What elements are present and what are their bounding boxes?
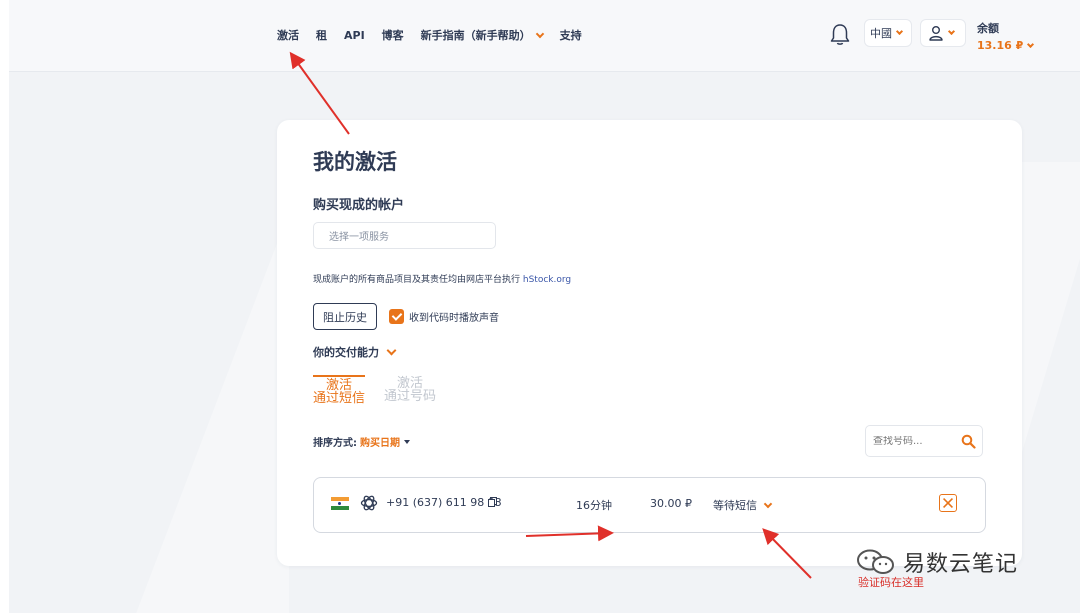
- service-select-placeholder: 选择一项服务: [329, 232, 389, 243]
- balance-label: 余额: [977, 22, 999, 35]
- sort-value: 购买日期: [360, 438, 400, 449]
- sort-label: 排序方式:: [313, 438, 357, 449]
- nav-api[interactable]: API: [344, 29, 365, 42]
- number-search[interactable]: [865, 425, 983, 457]
- search-icon[interactable]: [961, 434, 976, 449]
- tab-sms-activation[interactable]: 激活 通过短信: [313, 375, 365, 405]
- sort-control[interactable]: 排序方式: 购买日期: [313, 434, 410, 449]
- nav-activation[interactable]: 激活: [277, 27, 299, 43]
- india-flag-icon: [331, 497, 349, 510]
- chevron-down-icon: [947, 27, 956, 36]
- main-nav: 激活 租 API 博客 新手指南（新手帮助） 支持: [277, 27, 599, 43]
- balance-value: 13.16 ₽: [977, 39, 1024, 52]
- balance-amount: 13.16 ₽: [977, 39, 1035, 52]
- cancel-activation-button[interactable]: [939, 494, 957, 512]
- nav-guide-label: 新手指南（新手帮助）: [420, 29, 531, 42]
- chevron-down-icon: [1027, 40, 1035, 48]
- chevron-down-icon: [895, 27, 904, 36]
- phone-number[interactable]: +91 (637) 611 98 93: [386, 496, 502, 509]
- nav-support[interactable]: 支持: [560, 27, 582, 43]
- time-remaining: 16分钟: [576, 499, 612, 512]
- tab-line: 通过号码: [384, 389, 437, 404]
- page-title: 我的激活: [313, 150, 397, 174]
- top-navigation-bar: 激活 租 API 博客 新手指南（新手帮助） 支持 中國 余额 13.16 ₽: [9, 0, 1080, 72]
- chevron-down-icon: [763, 499, 773, 508]
- nav-rent[interactable]: 租: [316, 27, 327, 43]
- activation-price: 30.00 ₽: [650, 497, 692, 510]
- chevron-down-icon: [386, 345, 397, 356]
- nav-guide[interactable]: 新手指南（新手帮助）: [420, 27, 544, 43]
- notice-text: 现成账户的所有商品项目及其责任均由网店平台执行 hStock.org: [313, 272, 571, 285]
- ready-accounts-heading: 购买现成的帐户: [313, 198, 405, 213]
- activations-card: 我的激活 购买现成的帐户 选择一项服务 现成账户的所有商品项目及其责任均由网店平…: [277, 120, 1022, 566]
- background-decoration: [129, 212, 289, 613]
- user-menu-button[interactable]: [920, 19, 966, 47]
- hstock-link[interactable]: hStock.org: [523, 275, 571, 285]
- balance-widget[interactable]: 余额 13.16 ₽: [977, 20, 1035, 52]
- service-select[interactable]: 选择一项服务: [313, 222, 496, 249]
- notice-body: 现成账户的所有商品项目及其责任均由网店平台执行: [313, 275, 523, 285]
- language-select[interactable]: 中國: [864, 19, 912, 47]
- search-input[interactable]: [873, 435, 953, 447]
- annotation-label: 验证码在这里: [858, 576, 924, 589]
- caret-down-icon: [404, 439, 410, 444]
- tab-number-activation[interactable]: 激活 通过号码: [384, 377, 436, 403]
- sound-toggle[interactable]: 收到代码时播放声音: [389, 309, 499, 324]
- delivery-label: 你的交付能力: [313, 346, 379, 359]
- status-dropdown[interactable]: 等待短信: [713, 497, 773, 513]
- status-text: 等待短信: [713, 499, 757, 512]
- language-value: 中國: [870, 27, 892, 40]
- left-edge: [0, 0, 9, 613]
- nav-blog[interactable]: 博客: [382, 27, 404, 43]
- chevron-down-icon: [535, 29, 544, 38]
- tab-line: 通过短信: [313, 391, 366, 406]
- block-history-button[interactable]: 阻止历史: [313, 303, 377, 330]
- copy-icon[interactable]: [488, 497, 497, 507]
- user-icon: [929, 26, 943, 41]
- openai-icon: [360, 495, 378, 511]
- bell-icon[interactable]: [829, 22, 851, 46]
- activation-row: +91 (637) 611 98 93 16分钟 30.00 ₽ 等待短信: [313, 477, 986, 533]
- wechat-icon: [857, 549, 894, 574]
- sound-checkbox[interactable]: [389, 309, 404, 324]
- sound-label: 收到代码时播放声音: [409, 313, 499, 324]
- delivery-toggle[interactable]: 你的交付能力: [313, 344, 397, 360]
